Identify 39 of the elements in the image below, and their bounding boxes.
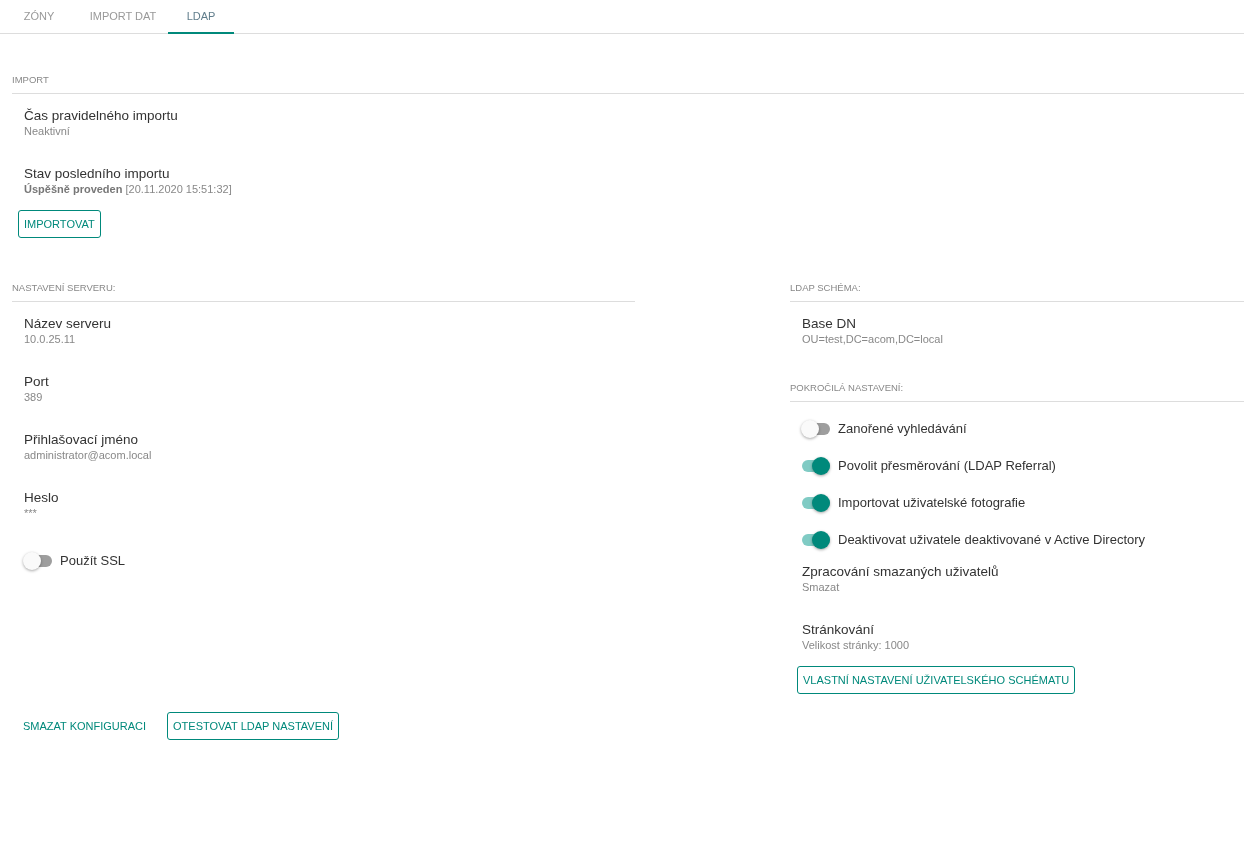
schema-settings-button[interactable]: VLASTNÍ NASTAVENÍ UŽIVATELSKÉHO SCHÉMATU	[797, 666, 1076, 694]
toggle-switch[interactable]	[802, 422, 830, 435]
toggle-label: Importovat uživatelské fotografie	[838, 495, 1026, 510]
setting-value: 10.0.25.11	[24, 333, 77, 345]
section-heading: POKROČILÁ NASTAVENÍ:	[790, 382, 1244, 402]
toggle-switch[interactable]	[802, 533, 830, 546]
setting-label: Stránkování	[802, 622, 876, 637]
section-heading: NASTAVENÍ SERVERU:	[12, 282, 635, 302]
setting-value: Úspěšně proveden [20.11.2020 15:51:32]	[24, 183, 233, 195]
setting-value: Neaktivní	[24, 125, 71, 137]
toggle-switch[interactable]	[24, 554, 52, 567]
test-settings-button[interactable]: OTESTOVAT LDAP NASTAVENÍ	[167, 712, 339, 740]
setting-label: Název serveru	[24, 316, 113, 331]
toggle-label: Deaktivovat uživatele deaktivované v Active Directory	[838, 532, 1146, 547]
setting-label: Port	[24, 374, 50, 389]
setting-label: Base DN	[802, 316, 858, 331]
setting-label: Zpracování smazaných uživatelů	[802, 564, 1000, 579]
setting-label: Stav posledního importu	[24, 166, 171, 181]
import-button[interactable]: IMPORTOVAT	[18, 210, 101, 238]
setting-value: administrator@acom.local	[24, 449, 153, 461]
setting-value: 389	[24, 391, 44, 403]
tab[interactable]: LDAP	[168, 0, 234, 34]
section-heading: LDAP SCHÉMA:	[790, 282, 1244, 302]
setting-value: Velikost stránky: 1000	[802, 639, 910, 651]
tab[interactable]: ZÓNY	[0, 0, 78, 34]
setting-label: Čas pravidelného importu	[24, 108, 179, 123]
toggle-label: Povolit přesměrování (LDAP Referral)	[838, 458, 1056, 473]
delete-config-button[interactable]: SMAZAT KONFIGURACI	[12, 712, 158, 740]
section-heading: IMPORT	[12, 74, 1244, 94]
tab[interactable]: IMPORT DAT	[78, 0, 168, 34]
toggle-switch[interactable]	[802, 496, 830, 509]
setting-label: Heslo	[24, 490, 60, 505]
setting-value: OU=test,DC=acom,DC=local	[802, 333, 944, 345]
setting-label: Přihlašovací jméno	[24, 432, 140, 447]
toggle-label: Zanořené vyhledávání	[838, 421, 967, 436]
setting-value: Smazat	[802, 581, 841, 593]
toggle-switch[interactable]	[802, 459, 830, 472]
setting-value: ***	[24, 507, 38, 519]
toggle-label: Použít SSL	[60, 553, 126, 568]
